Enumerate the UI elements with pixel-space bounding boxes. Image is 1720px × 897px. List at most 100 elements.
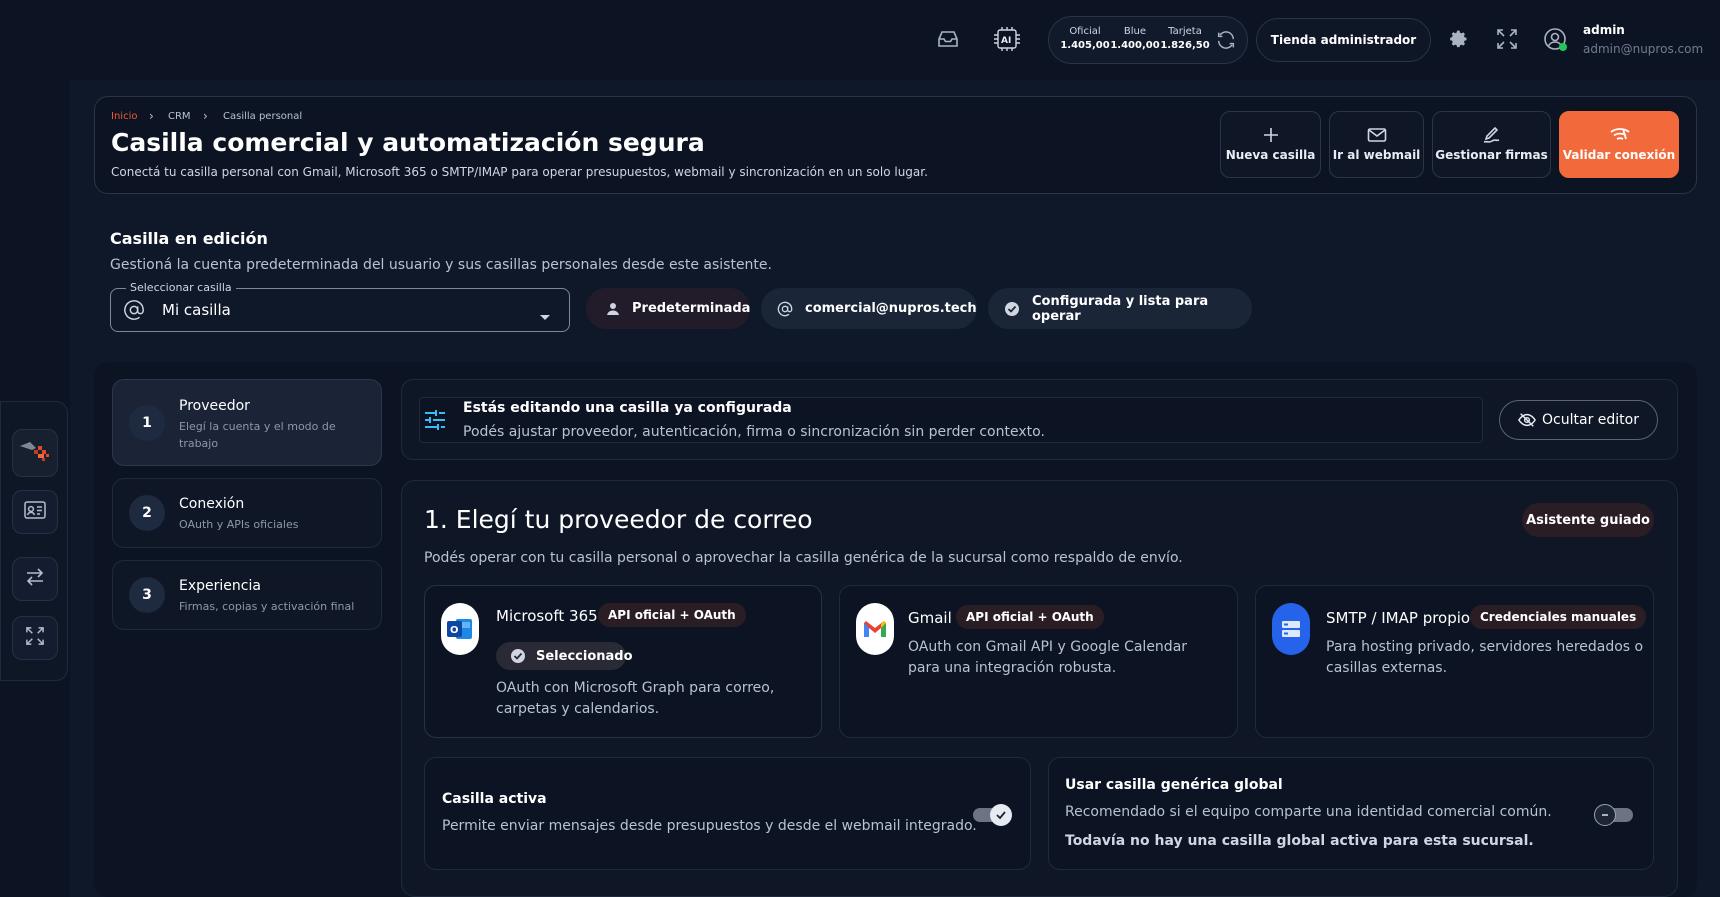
status-badge: Configurada y lista para operar — [988, 288, 1252, 329]
step-subtitle: Elegí la cuenta y el modo de trabajo — [179, 420, 336, 450]
mail-icon — [1367, 126, 1387, 144]
step-number: 3 — [129, 577, 165, 613]
webmail-button[interactable]: Ir al webmail — [1329, 111, 1424, 178]
expand-button[interactable] — [12, 616, 58, 660]
verified-badge-icon — [1004, 301, 1020, 317]
plus-icon — [1261, 126, 1281, 144]
expand-icon — [26, 627, 44, 649]
rate-label: Blue — [1123, 26, 1147, 37]
gmail-icon — [856, 603, 894, 655]
step-title: Conexión — [179, 496, 245, 512]
step-connection[interactable]: 2 Conexión OAuth y APIs oficiales — [112, 478, 382, 548]
step-title: Proveedor — [179, 398, 250, 414]
rate-label: Tarjeta — [1168, 26, 1202, 37]
provider-badge: API oficial + OAuth — [956, 605, 1104, 629]
inbox-icon[interactable] — [935, 26, 961, 52]
provider-badge: Credenciales manuales — [1470, 605, 1647, 629]
page-title: Casilla comercial y automatización segur… — [111, 128, 705, 157]
outlook-icon: O — [441, 603, 479, 655]
active-mailbox-card — [424, 757, 1031, 870]
rate-blue: Blue 1.400,00 — [1109, 26, 1161, 51]
provider-description: OAuth con Gmail API y Google Calendar pa… — [908, 639, 1188, 676]
select-label: Seleccionar casilla — [126, 281, 236, 294]
bug-tool-button[interactable] — [12, 429, 58, 477]
swap-arrows-icon — [25, 568, 45, 590]
server-icon — [1272, 603, 1310, 655]
left-rail — [0, 401, 68, 681]
page-subtitle: Conectá tu casilla personal con Gmail, M… — [111, 165, 928, 179]
new-mailbox-button[interactable]: Nueva casilla — [1220, 111, 1321, 178]
step-title: Experiencia — [179, 578, 261, 594]
signature-pen-icon — [1482, 126, 1502, 144]
step-number: 2 — [129, 495, 165, 531]
sliders-icon — [423, 408, 447, 436]
step-number: 1 — [129, 405, 165, 441]
active-mailbox-title: Casilla activa — [442, 791, 547, 807]
chevron-right-icon: › — [203, 109, 208, 123]
gear-icon[interactable] — [1446, 26, 1472, 52]
breadcrumb-current: Casilla personal — [223, 111, 303, 122]
status-badge-label: Configurada y lista para operar — [1032, 293, 1209, 324]
editing-info-title: Estás editando una casilla ya configurad… — [463, 400, 792, 416]
swap-button[interactable] — [12, 557, 58, 601]
global-mailbox-title: Usar casilla genérica global — [1065, 777, 1283, 793]
default-pill: Predeterminada — [586, 288, 750, 329]
provider-subtitle: Podés operar con tu casilla personal o a… — [424, 550, 1183, 566]
refresh-icon[interactable] — [1215, 29, 1237, 55]
email-pill-label: comercial@nupros.tech — [805, 301, 977, 316]
chevron-down-icon — [539, 307, 551, 326]
contact-card-button[interactable] — [12, 490, 58, 534]
breadcrumb-crm[interactable]: CRM — [168, 111, 191, 122]
guided-assistant-badge[interactable]: Asistente guiado — [1522, 503, 1654, 537]
hide-editor-button[interactable]: Ocultar editor — [1499, 400, 1658, 440]
provider-description: OAuth con Microsoft Graph para correo, c… — [496, 680, 775, 717]
rate-tarjeta: Tarjeta 1.826,50 — [1159, 26, 1211, 51]
active-mailbox-toggle[interactable] — [973, 804, 1012, 826]
online-status-dot — [1559, 43, 1567, 51]
rate-label: Oficial — [1069, 26, 1101, 37]
manage-signatures-button[interactable]: Gestionar firmas — [1432, 111, 1551, 178]
signatures-label: Gestionar firmas — [1435, 148, 1548, 162]
editing-title: Casilla en edición — [110, 229, 268, 248]
rate-value: 1.400,00 — [1110, 40, 1160, 51]
step-experience[interactable]: 3 Experiencia Firmas, copias y activació… — [112, 560, 382, 630]
hide-editor-label: Ocultar editor — [1542, 412, 1639, 428]
at-sign-icon — [123, 299, 145, 325]
check-icon — [990, 804, 1012, 826]
rate-value: 1.826,50 — [1160, 40, 1210, 51]
rate-oficial: Oficial 1.405,00 — [1059, 26, 1111, 51]
selected-badge: Seleccionado — [496, 642, 633, 670]
editing-subtitle: Gestioná la cuenta predeterminada del us… — [110, 257, 772, 273]
id-card-icon — [24, 501, 46, 523]
ai-chip-icon[interactable]: AI — [994, 26, 1020, 52]
provider-name: Microsoft 365 — [496, 607, 598, 625]
store-admin-button[interactable]: Tienda administrador — [1256, 18, 1431, 62]
global-mailbox-toggle[interactable] — [1594, 804, 1633, 826]
validate-connection-button[interactable]: Validar conexión — [1559, 111, 1679, 178]
minus-icon — [1594, 804, 1616, 826]
webmail-label: Ir al webmail — [1332, 148, 1421, 162]
rate-value: 1.405,00 — [1060, 40, 1110, 51]
validate-label: Validar conexión — [1562, 148, 1676, 162]
avatar[interactable] — [1542, 26, 1568, 52]
fullscreen-icon[interactable] — [1494, 26, 1520, 52]
active-mailbox-desc: Permite enviar mensajes desde presupuest… — [442, 818, 977, 834]
default-pill-label: Predeterminada — [632, 301, 751, 316]
svg-text:AI: AI — [1001, 36, 1011, 46]
step-provider[interactable]: 1 Proveedor Elegí la cuenta y el modo de… — [112, 379, 382, 466]
at-sign-icon — [777, 301, 793, 317]
step-subtitle: OAuth y APIs oficiales — [179, 518, 299, 531]
svg-text:O: O — [450, 625, 459, 636]
eye-off-icon — [1518, 412, 1536, 428]
provider-name: Gmail — [908, 609, 952, 627]
selected-label: Seleccionado — [536, 648, 633, 664]
check-circle-icon — [510, 648, 526, 664]
chevron-right-icon: › — [149, 109, 154, 123]
breadcrumb-inicio[interactable]: Inicio — [111, 111, 137, 122]
step-subtitle: Firmas, copias y activación final — [179, 600, 355, 613]
exchange-rates-widget: Oficial 1.405,00 Blue 1.400,00 Tarjeta 1… — [1048, 16, 1248, 64]
wifi-check-icon — [1609, 126, 1630, 144]
editing-info-subtitle: Podés ajustar proveedor, autenticación, … — [463, 424, 1045, 440]
provider-title: 1. Elegí tu proveedor de correo — [424, 505, 813, 534]
person-icon — [606, 301, 620, 317]
